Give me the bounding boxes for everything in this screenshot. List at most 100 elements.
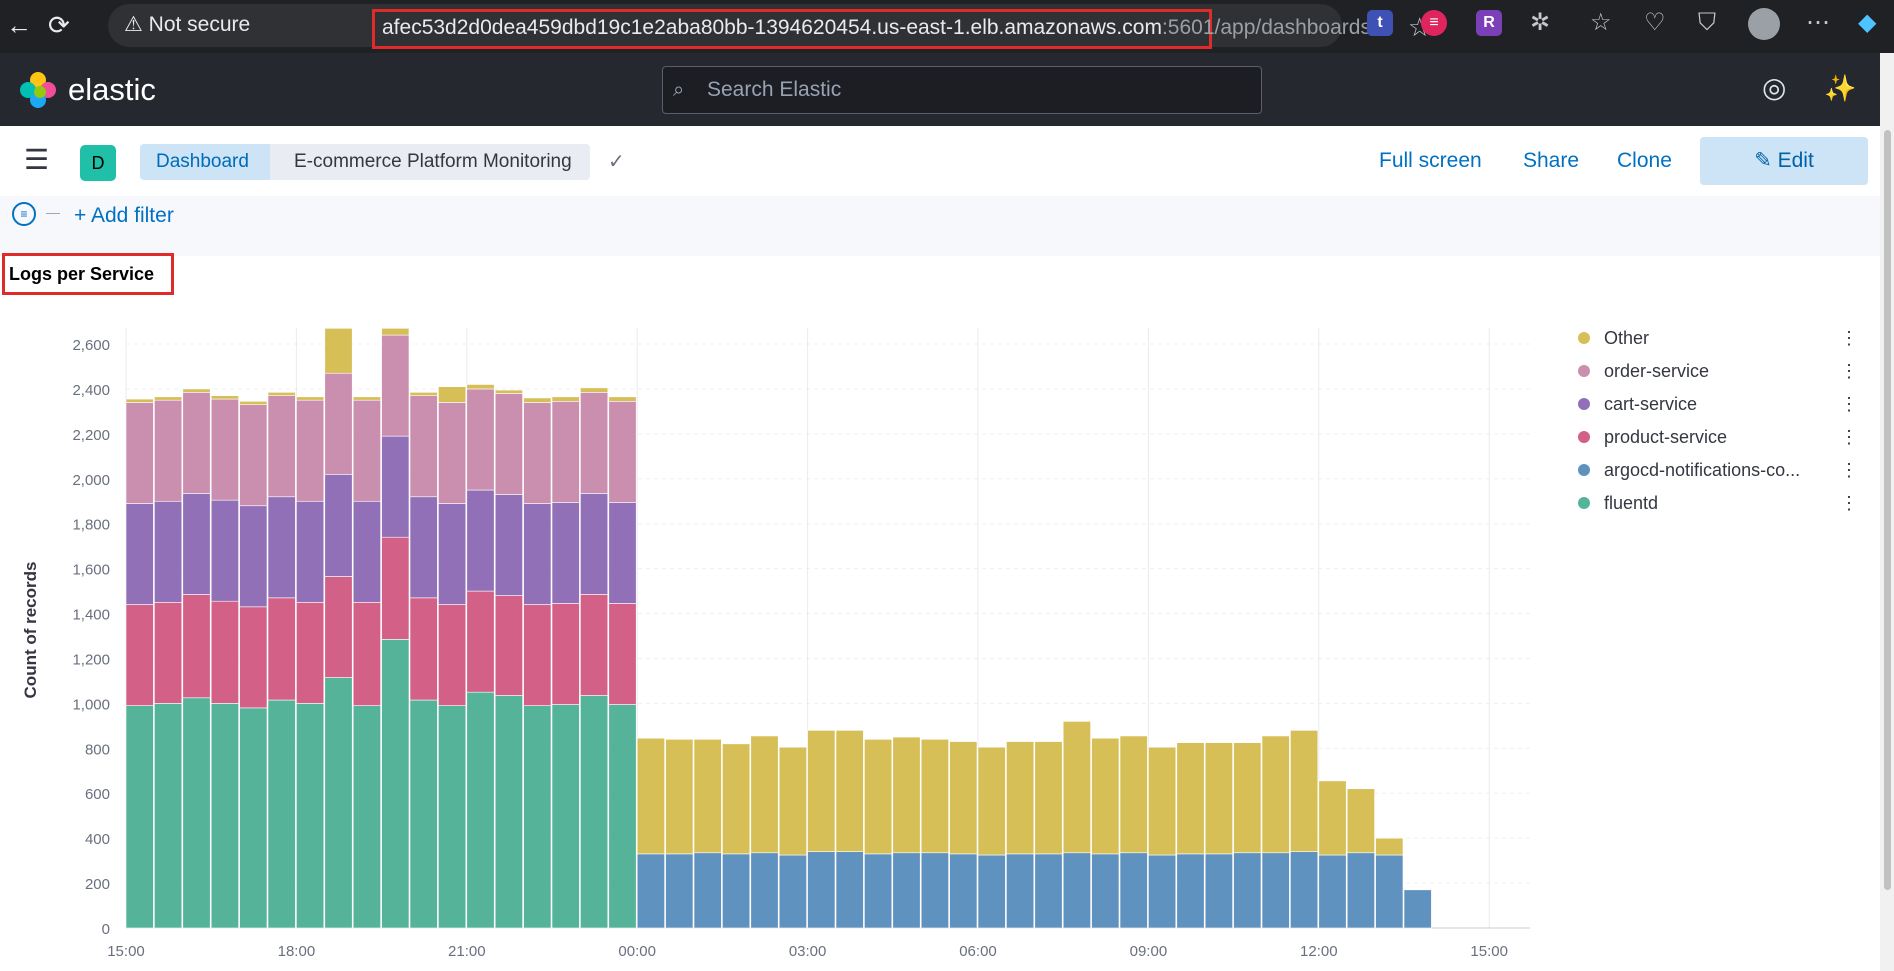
chart-bar xyxy=(409,392,438,396)
address-bar[interactable]: ⚠ Not secure afec53d2d0dea459dbd19c1e2ab… xyxy=(108,4,1431,49)
chart-bar xyxy=(267,597,296,701)
not-secure-label: Not secure xyxy=(148,13,251,36)
legend-actions-icon[interactable]: ⋮ xyxy=(1840,359,1858,383)
chart-bar xyxy=(1148,854,1177,929)
chart-bar xyxy=(1375,854,1404,929)
y-tick-label: 2,600 xyxy=(72,337,110,354)
url-host: afec53d2d0dea459dbd19c1e2aba80bb-1394620… xyxy=(382,16,1162,39)
chart-bar xyxy=(551,603,580,705)
legend-actions-icon[interactable]: ⋮ xyxy=(1840,458,1858,482)
chart-bar xyxy=(1062,852,1091,929)
elastic-logo-icon[interactable] xyxy=(18,70,58,110)
chart-bar xyxy=(296,399,325,502)
newsfeed-icon[interactable]: ✨ xyxy=(1824,73,1856,103)
chart-bar xyxy=(182,392,211,494)
filter-options-icon[interactable]: ≡ xyxy=(12,202,36,226)
chart-bar xyxy=(1346,852,1375,929)
chart-bar xyxy=(1062,721,1091,854)
chart-bar xyxy=(722,853,751,929)
chart-bar xyxy=(608,396,637,402)
share-button[interactable]: Share xyxy=(1523,146,1579,176)
extension-r-icon[interactable]: R xyxy=(1476,10,1502,36)
elastic-brand[interactable]: elastic xyxy=(68,73,156,107)
chart-bar xyxy=(296,500,325,603)
breadcrumb-dashboard[interactable]: Dashboard xyxy=(140,144,271,180)
full-screen-button[interactable]: Full screen xyxy=(1379,146,1482,176)
chart-bar xyxy=(125,402,154,504)
chart-bar xyxy=(1261,735,1290,854)
legend-item[interactable]: fluentd ⋮ xyxy=(1578,491,1878,515)
favorites-icon[interactable]: ☆ xyxy=(1590,9,1612,37)
chart-bar xyxy=(324,677,353,929)
more-menu-icon[interactable]: ⋯ xyxy=(1806,9,1830,37)
legend-item[interactable]: product-service ⋮ xyxy=(1578,425,1878,449)
chart-bar xyxy=(381,328,410,336)
back-icon[interactable]: ← xyxy=(6,12,32,38)
edit-button[interactable]: ✎ Edit xyxy=(1700,137,1868,185)
profile-avatar[interactable] xyxy=(1748,8,1780,40)
chart-bar xyxy=(239,707,268,929)
chart-bar xyxy=(267,496,296,599)
chart-bar xyxy=(494,494,523,596)
scroll-thumb[interactable] xyxy=(1884,130,1891,890)
legend-label: fluentd xyxy=(1604,493,1659,513)
chart-bar xyxy=(835,851,864,929)
extension-t-icon[interactable]: t xyxy=(1367,10,1393,36)
legend-item[interactable]: order-service ⋮ xyxy=(1578,359,1878,383)
y-tick-label: 1,200 xyxy=(72,651,110,668)
shield-icon[interactable]: ⛉ xyxy=(1698,9,1716,37)
chart-bar xyxy=(1034,853,1063,929)
chart-bar xyxy=(835,730,864,852)
chart-bar xyxy=(466,388,495,491)
global-search[interactable]: ⌕ xyxy=(662,66,1262,114)
not-secure-indicator[interactable]: ⚠ Not secure xyxy=(124,14,250,36)
chart-bar xyxy=(438,705,467,929)
y-tick-label: 1,600 xyxy=(72,562,110,579)
chart-bar xyxy=(693,852,722,929)
chart-bar xyxy=(182,388,211,393)
reload-icon[interactable]: ⟳ xyxy=(48,12,70,38)
legend-item[interactable]: Other ⋮ xyxy=(1578,326,1878,350)
legend-actions-icon[interactable]: ⋮ xyxy=(1840,326,1858,350)
chart-bar xyxy=(324,576,353,678)
chart-bar xyxy=(1233,742,1262,854)
legend-color-dot xyxy=(1578,398,1590,410)
legend-color-dot xyxy=(1578,365,1590,377)
chart-bar xyxy=(920,739,949,854)
help-icon[interactable]: ◎ xyxy=(1762,73,1786,103)
extension-stack-icon[interactable]: ≡ xyxy=(1421,10,1447,36)
search-input[interactable] xyxy=(707,75,1247,105)
chart-bar xyxy=(125,503,154,605)
legend-actions-icon[interactable]: ⋮ xyxy=(1840,392,1858,416)
legend-actions-icon[interactable]: ⋮ xyxy=(1840,491,1858,515)
chart-bar xyxy=(1318,854,1347,929)
legend-actions-icon[interactable]: ⋮ xyxy=(1840,425,1858,449)
menu-icon[interactable]: ☰ xyxy=(24,146,49,174)
chart-bar xyxy=(409,496,438,599)
chart-bar xyxy=(892,852,921,929)
chart-bar xyxy=(1290,730,1319,852)
chart-bar xyxy=(409,395,438,498)
filter-separator: — xyxy=(46,204,60,220)
chart-bar xyxy=(125,604,154,706)
y-tick-label: 800 xyxy=(85,741,110,758)
chart-bar xyxy=(182,493,211,595)
filter-bar: ≡ — + Add filter xyxy=(0,196,1880,256)
legend-color-dot xyxy=(1578,332,1590,344)
add-filter-button[interactable]: + Add filter xyxy=(74,204,174,228)
space-avatar[interactable]: D xyxy=(80,145,116,181)
url-text[interactable]: afec53d2d0dea459dbd19c1e2aba80bb-1394620… xyxy=(382,16,1392,40)
legend-item[interactable]: argocd-notifications-co... ⋮ xyxy=(1578,458,1878,482)
breadcrumb-current: E-commerce Platform Monitoring xyxy=(270,144,590,180)
copilot-icon[interactable]: ◆ xyxy=(1858,9,1876,37)
extensions-puzzle-icon[interactable]: ✲ xyxy=(1530,9,1550,37)
y-tick-label: 0 xyxy=(102,921,110,938)
chart-bar xyxy=(438,386,467,403)
chart-bar xyxy=(1034,741,1063,855)
health-icon[interactable]: ♡ xyxy=(1644,9,1666,37)
chart-bar xyxy=(125,705,154,929)
clone-button[interactable]: Clone xyxy=(1617,146,1672,176)
chart-bar xyxy=(409,597,438,701)
legend-item[interactable]: cart-service ⋮ xyxy=(1578,392,1878,416)
chart-bar xyxy=(324,328,353,374)
